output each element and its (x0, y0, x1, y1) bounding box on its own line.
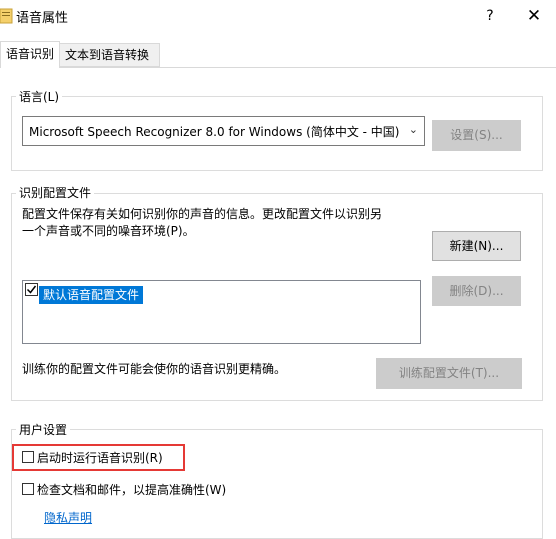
review-documents-label: 检查文档和邮件，以提高准确性(W) (37, 483, 227, 497)
profile-description-line-1: 配置文件保存有关如何识别你的声音的信息。更改配置文件以识别另 (22, 207, 383, 221)
help-button[interactable]: ? (478, 4, 502, 28)
profile-item-label[interactable]: 默认语音配置文件 (39, 286, 144, 304)
tab-speech-recognition[interactable]: 语音识别 (0, 41, 60, 68)
checkmark-icon (26, 285, 37, 294)
settings-button[interactable]: 设置(S)... (432, 120, 521, 151)
new-profile-button[interactable]: 新建(N)... (432, 231, 521, 261)
close-button[interactable]: ✕ (520, 4, 548, 28)
profile-description: 配置文件保存有关如何识别你的声音的信息。更改配置文件以识别另 一个声音或不同的噪… (22, 206, 422, 240)
language-group-title: 语言(L) (16, 88, 63, 105)
delete-profile-button[interactable]: 删除(D)... (432, 276, 521, 306)
profile-checkbox[interactable] (25, 283, 38, 296)
app-icon (0, 8, 13, 24)
profile-description-line-2: 一个声音或不同的噪音环境(P)。 (22, 224, 195, 238)
chevron-down-icon: ⌄ (408, 123, 418, 136)
title-bar: 语音属性 ? ✕ (0, 0, 556, 34)
privacy-statement-link[interactable]: 隐私声明 (44, 509, 92, 526)
language-dropdown-value: Microsoft Speech Recognizer 8.0 for Wind… (29, 125, 399, 139)
window-title: 语音属性 (16, 11, 69, 26)
training-text: 训练你的配置文件可能会使你的语音识别更精确。 (22, 362, 287, 376)
review-documents-checkbox[interactable] (22, 483, 34, 495)
highlight-box (12, 444, 185, 471)
train-profile-button[interactable]: 训练配置文件(T)... (376, 358, 522, 389)
profile-list[interactable]: 默认语音配置文件 (22, 280, 421, 344)
tab-text-to-speech[interactable]: 文本到语音转换 (60, 43, 160, 67)
profile-group-title: 识别配置文件 (16, 184, 95, 201)
user-settings-title: 用户设置 (16, 421, 71, 438)
language-dropdown[interactable]: Microsoft Speech Recognizer 8.0 for Wind… (22, 116, 425, 146)
